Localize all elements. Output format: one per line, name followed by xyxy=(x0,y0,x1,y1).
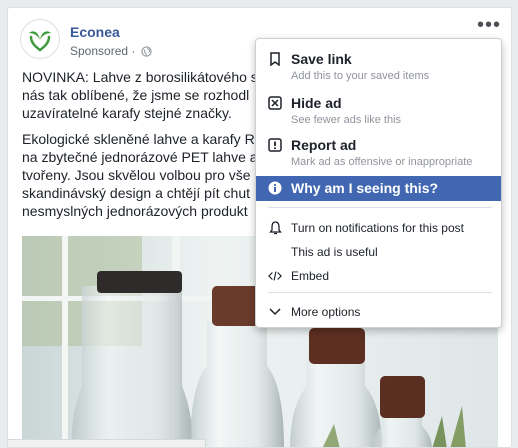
more-options-label: More options xyxy=(291,305,361,319)
menu-item-why-seeing[interactable]: Why am I seeing this? xyxy=(256,176,501,201)
chevron-down-icon xyxy=(268,305,282,319)
save-link-label: Save link xyxy=(291,51,352,67)
text-line: Ekologické skleněné lahve a karafy R xyxy=(22,131,255,147)
text-line: nesmyslných jednorázových produkt xyxy=(22,203,248,219)
bell-icon xyxy=(268,221,282,235)
sponsored-label[interactable]: Sponsored · xyxy=(70,44,152,58)
text-line: tvořeny. Jsou skvělou volbou pro vše xyxy=(22,167,251,183)
globe-icon xyxy=(141,46,152,57)
bottom-overlay-strip xyxy=(8,439,206,447)
menu-item-ad-useful[interactable]: This ad is useful xyxy=(256,241,501,263)
menu-divider xyxy=(268,207,492,208)
more-options-icon[interactable]: ••• xyxy=(477,15,501,35)
text-line: na zbytečné jednorázové PET lahve a xyxy=(22,149,258,165)
text-line: uzavíratelné karafy stejné značky. xyxy=(22,105,232,121)
menu-item-hide-ad[interactable]: Hide ad See fewer ads like this xyxy=(256,93,501,129)
menu-item-save-link[interactable]: Save link Add this to your saved items xyxy=(256,49,501,85)
text-line: NOVINKA: Lahve z borosilikátového s xyxy=(22,69,258,85)
embed-icon xyxy=(268,269,282,283)
why-seeing-label: Why am I seeing this? xyxy=(291,180,439,196)
notifications-label: Turn on notifications for this post xyxy=(291,221,464,235)
report-ad-subtitle: Mark ad as offensive or inappropriate xyxy=(291,156,473,168)
menu-item-embed[interactable]: Embed xyxy=(256,265,501,287)
report-ad-label: Report ad xyxy=(291,137,357,153)
bookmark-icon xyxy=(268,52,282,66)
avatar[interactable] xyxy=(20,19,60,59)
info-icon xyxy=(268,181,282,195)
avatar-logo-icon xyxy=(29,31,51,52)
hide-ad-subtitle: See fewer ads like this xyxy=(291,114,402,126)
hide-ad-label: Hide ad xyxy=(291,95,342,111)
menu-divider xyxy=(268,292,492,293)
report-icon xyxy=(268,138,282,152)
text-line: nás tak oblíbené, že jsme se rozhodl xyxy=(22,87,250,103)
hide-icon xyxy=(268,96,282,110)
menu-item-report-ad[interactable]: Report ad Mark ad as offensive or inappr… xyxy=(256,135,501,171)
text-line: skandinávský design a chtějí pít chut xyxy=(22,185,251,201)
embed-label: Embed xyxy=(291,269,330,283)
menu-item-notifications[interactable]: Turn on notifications for this post xyxy=(256,217,501,239)
ad-useful-label: This ad is useful xyxy=(291,245,378,259)
page-name-link[interactable]: Econea xyxy=(70,24,120,40)
save-link-subtitle: Add this to your saved items xyxy=(291,70,430,82)
menu-item-more-options[interactable]: More options xyxy=(256,301,501,323)
ad-options-menu: Save link Add this to your saved items H… xyxy=(255,38,502,328)
sponsored-text: Sponsored · xyxy=(70,44,139,58)
